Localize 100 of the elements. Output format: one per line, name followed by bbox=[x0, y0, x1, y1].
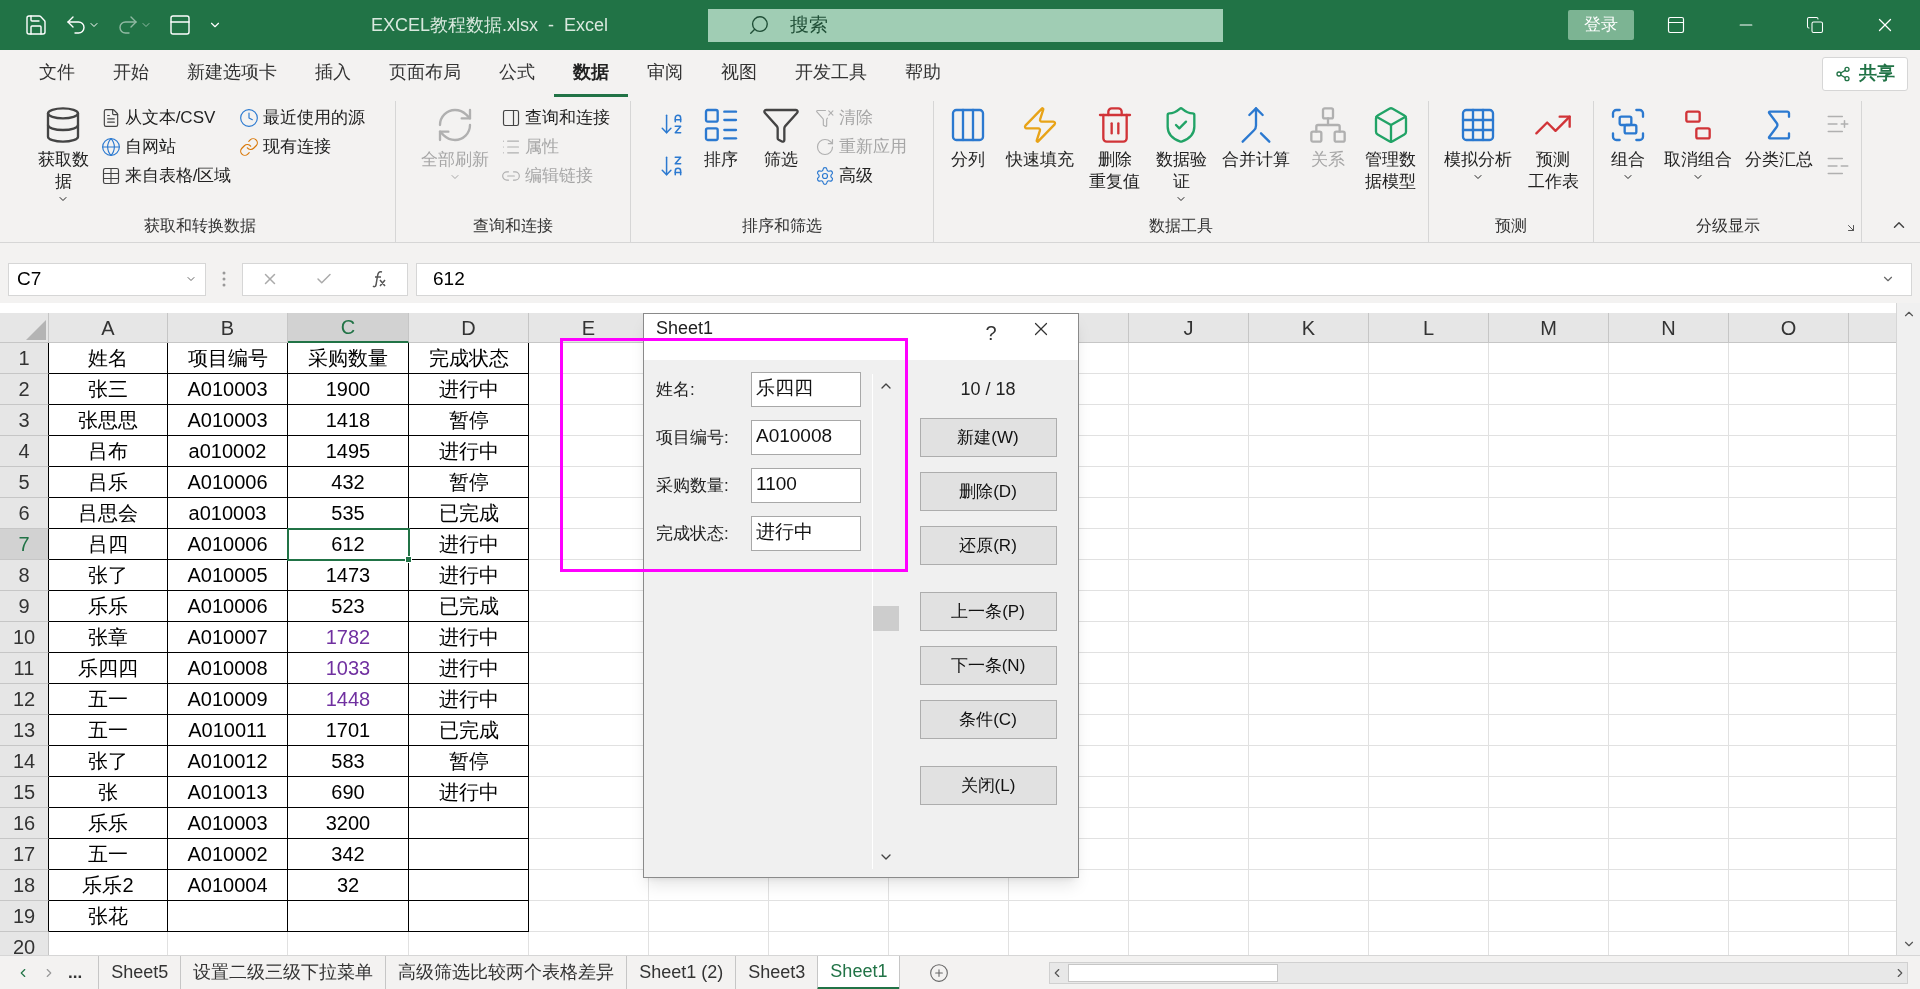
ribbon-tab[interactable]: 开始 bbox=[94, 50, 168, 97]
empty-cell[interactable] bbox=[409, 901, 529, 932]
ribbon-tab[interactable]: 帮助 bbox=[886, 50, 960, 97]
row-header[interactable]: 17 bbox=[0, 839, 49, 870]
ribbon-tab[interactable]: 文件 bbox=[20, 50, 94, 97]
restore-icon[interactable] bbox=[1806, 16, 1824, 34]
dialog-button[interactable]: 条件(C) bbox=[919, 700, 1057, 739]
row-header[interactable]: 18 bbox=[0, 870, 49, 901]
empty-cell[interactable] bbox=[409, 808, 529, 839]
ribbon-button[interactable]: 快速填充 bbox=[1002, 101, 1078, 171]
column-header[interactable] bbox=[1849, 313, 1896, 343]
row-header[interactable]: 7 bbox=[0, 529, 49, 560]
select-all-icon[interactable] bbox=[26, 320, 46, 340]
column-header[interactable]: A bbox=[49, 313, 168, 343]
more-sheets[interactable]: ... bbox=[68, 959, 83, 986]
input-field[interactable]: A010008 bbox=[751, 420, 861, 455]
scroll-thumb[interactable] bbox=[873, 606, 899, 631]
formula-field[interactable]: 612 bbox=[416, 262, 1912, 296]
ribbon-button[interactable]: 模拟分析 bbox=[1439, 101, 1516, 183]
ribbon-button[interactable]: 分列 bbox=[942, 101, 994, 171]
search-field[interactable]: 搜索 bbox=[708, 8, 1224, 42]
ribbon-button[interactable]: 组合 bbox=[1602, 101, 1654, 183]
column-header[interactable]: C bbox=[288, 313, 409, 343]
column-header[interactable]: O bbox=[1729, 313, 1849, 343]
row-header[interactable]: 6 bbox=[0, 498, 49, 529]
ribbon-tab[interactable]: 插入 bbox=[296, 50, 370, 97]
ribbon-button[interactable]: 获取数 据 bbox=[33, 101, 93, 205]
dialog-button[interactable]: 关闭(L) bbox=[919, 766, 1057, 805]
ribbon-button[interactable]: 合并计算 bbox=[1218, 101, 1294, 171]
horizontal-scrollbar[interactable] bbox=[1049, 961, 1908, 984]
row-header[interactable]: 10 bbox=[0, 622, 49, 653]
row-header[interactable]: 9 bbox=[0, 591, 49, 622]
row-header[interactable]: 12 bbox=[0, 684, 49, 715]
name-box[interactable]: C7 bbox=[8, 262, 206, 296]
column-header[interactable]: L bbox=[1369, 313, 1489, 343]
sheet-tab[interactable]: 高级筛选比较两个表格差异 bbox=[385, 955, 627, 989]
input-field[interactable]: 1100 bbox=[751, 468, 861, 503]
row-header[interactable]: 11 bbox=[0, 653, 49, 684]
ribbon-button[interactable]: 高级 bbox=[815, 163, 907, 188]
ribbon-button[interactable]: 预测 工作表 bbox=[1523, 101, 1583, 193]
row-header[interactable]: 3 bbox=[0, 405, 49, 436]
sheet-tab[interactable]: Sheet5 bbox=[98, 955, 181, 989]
column-header[interactable]: N bbox=[1609, 313, 1729, 343]
empty-cell[interactable] bbox=[168, 901, 288, 932]
launcher-icon[interactable] bbox=[1845, 222, 1857, 234]
ribbon-button[interactable]: 取消组合 bbox=[1662, 101, 1735, 183]
ribbon-button[interactable]: 删除 重复值 bbox=[1085, 101, 1144, 193]
row-header[interactable]: 5 bbox=[0, 467, 49, 498]
sheet-tab[interactable]: Sheet1 bbox=[817, 955, 900, 989]
ribbon-button[interactable]: 来自表格/区域 bbox=[100, 163, 232, 188]
dialog-button[interactable]: 新建(W) bbox=[919, 418, 1057, 457]
ribbon-tab[interactable]: 开发工具 bbox=[776, 50, 886, 97]
column-header[interactable]: B bbox=[168, 313, 288, 343]
save-icon[interactable] bbox=[24, 13, 48, 37]
ribbon-display-icon[interactable] bbox=[1666, 15, 1686, 35]
row-header[interactable]: 15 bbox=[0, 777, 49, 808]
row-header[interactable]: 2 bbox=[0, 374, 49, 405]
dialog-button[interactable]: 上一条(P) bbox=[919, 592, 1057, 631]
row-header[interactable]: 20 bbox=[0, 932, 49, 955]
empty-cell[interactable] bbox=[288, 901, 409, 932]
empty-cell[interactable] bbox=[409, 839, 529, 870]
input-field[interactable]: 进行中 bbox=[751, 516, 861, 551]
ribbon-button[interactable]: 排序 bbox=[695, 101, 747, 171]
row-header[interactable]: 8 bbox=[0, 560, 49, 591]
row-header[interactable]: 16 bbox=[0, 808, 49, 839]
form-icon[interactable] bbox=[168, 13, 192, 37]
ribbon-button[interactable]: 管理数 据模型 bbox=[1361, 101, 1420, 193]
row-header[interactable]: 14 bbox=[0, 746, 49, 777]
ribbon-tab[interactable]: 审阅 bbox=[628, 50, 702, 97]
ribbon-tab[interactable]: 视图 bbox=[702, 50, 776, 97]
column-header[interactable]: J bbox=[1129, 313, 1249, 343]
add-sheet-icon[interactable] bbox=[929, 962, 950, 983]
dialog-button[interactable]: 还原(R) bbox=[919, 526, 1057, 565]
row-header[interactable]: 19 bbox=[0, 901, 49, 932]
function-icon[interactable] bbox=[369, 269, 389, 289]
ribbon-button[interactable]: 自网站 bbox=[100, 134, 232, 159]
column-header[interactable]: M bbox=[1489, 313, 1609, 343]
column-header[interactable]: K bbox=[1249, 313, 1369, 343]
dialog-button[interactable]: 下一条(N) bbox=[919, 646, 1057, 685]
record-scrollbar[interactable] bbox=[872, 374, 898, 869]
ribbon-button[interactable]: 分类汇总 bbox=[1742, 101, 1815, 171]
column-header[interactable]: D bbox=[409, 313, 529, 343]
ribbon-button[interactable]: 现有连接 bbox=[239, 134, 366, 159]
share-button[interactable]: 共享 bbox=[1822, 56, 1908, 91]
ribbon-button[interactable]: 筛选 bbox=[755, 101, 807, 171]
empty-cell[interactable] bbox=[409, 870, 529, 901]
input-field[interactable]: 乐四四 bbox=[751, 372, 861, 407]
ribbon-button[interactable]: 最近使用的源 bbox=[239, 105, 366, 130]
ribbon-tab[interactable]: 新建选项卡 bbox=[168, 50, 296, 97]
row-header[interactable]: 4 bbox=[0, 436, 49, 467]
ribbon-button[interactable]: 数据验 证 bbox=[1151, 101, 1211, 205]
ribbon-button[interactable]: 从文本/CSV bbox=[100, 105, 232, 130]
ribbon-tab[interactable]: 公式 bbox=[480, 50, 554, 97]
dialog-button[interactable]: 删除(D) bbox=[919, 472, 1057, 511]
ribbon-button[interactable]: 查询和连接 bbox=[500, 105, 610, 130]
row-header[interactable]: 1 bbox=[0, 343, 49, 374]
scroll-thumb[interactable] bbox=[1068, 963, 1279, 982]
ribbon-tab[interactable]: 页面布局 bbox=[370, 50, 480, 97]
fill-handle[interactable] bbox=[405, 556, 412, 563]
sheet-tab[interactable]: Sheet1 (2) bbox=[626, 955, 736, 989]
